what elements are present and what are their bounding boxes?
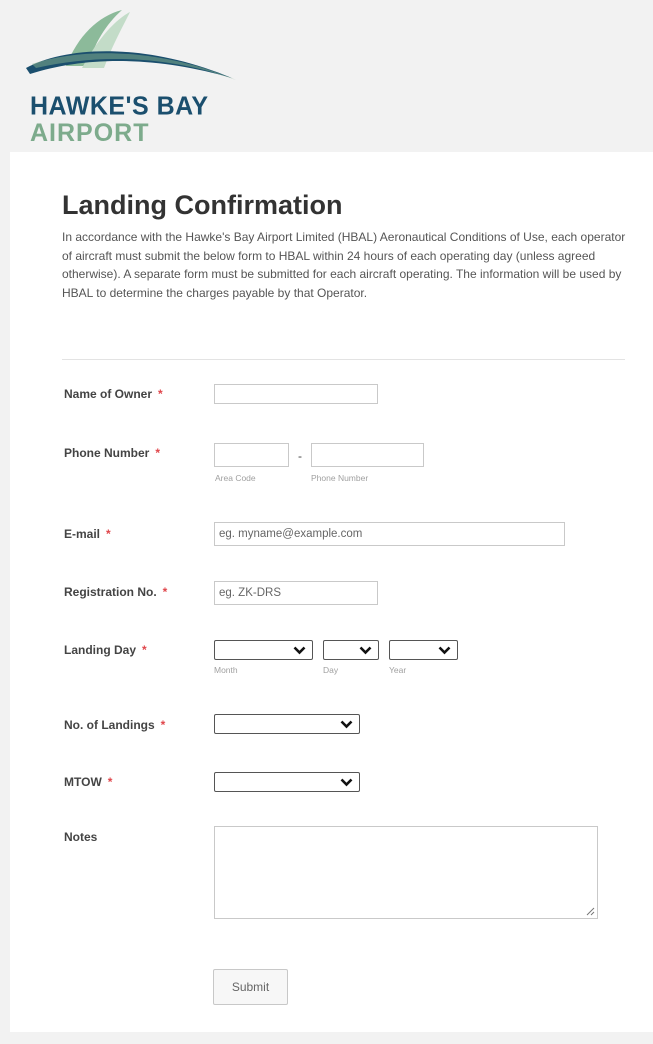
form-title: Landing Confirmation	[62, 190, 343, 220]
required-marker: *	[158, 387, 163, 401]
landing-day-label: Landing Day *	[64, 643, 147, 657]
logo-arc-graphic	[26, 10, 236, 80]
owner-input[interactable]	[214, 384, 378, 404]
landings-label: No. of Landings *	[64, 718, 166, 732]
chevron-down-icon	[340, 720, 353, 729]
chevron-down-icon	[340, 778, 353, 787]
required-marker: *	[162, 585, 168, 599]
notes-textarea[interactable]	[214, 826, 598, 919]
landings-select[interactable]	[214, 714, 360, 734]
form-card: Landing Confirmation In accordance with …	[10, 152, 653, 1032]
phone-label: Phone Number *	[64, 446, 161, 460]
required-marker: *	[107, 775, 113, 789]
chevron-down-icon	[438, 646, 451, 655]
phone-area-code-input[interactable]	[214, 443, 289, 467]
month-sublabel: Month	[214, 665, 238, 675]
phone-separator: -	[298, 449, 302, 463]
chevron-down-icon	[359, 646, 372, 655]
year-sublabel: Year	[389, 665, 407, 675]
day-sublabel: Day	[323, 665, 339, 675]
day-select[interactable]	[323, 640, 379, 660]
form-intro: In accordance with the Hawke's Bay Airpo…	[62, 230, 626, 300]
phone-number-input[interactable]	[311, 443, 424, 467]
registration-label: Registration No. *	[64, 585, 168, 599]
year-select[interactable]	[389, 640, 458, 660]
chevron-down-icon	[293, 646, 306, 655]
notes-label: Notes	[64, 830, 98, 844]
divider	[62, 359, 625, 360]
required-marker: *	[106, 527, 111, 541]
required-marker: *	[155, 446, 161, 460]
airport-logo: HAWKE'S BAY AIRPORT	[26, 6, 246, 151]
registration-input[interactable]: eg. ZK-DRS	[214, 581, 378, 605]
submit-button[interactable]: Submit	[213, 969, 288, 1005]
owner-label: Name of Owner *	[64, 387, 163, 401]
phone-number-sublabel: Phone Number	[311, 473, 369, 483]
logo-text-airport: AIRPORT	[30, 119, 150, 147]
email-input[interactable]: eg. myname@example.com	[214, 522, 565, 546]
required-marker: *	[160, 718, 166, 732]
area-code-sublabel: Area Code	[215, 473, 256, 483]
required-marker: *	[142, 643, 147, 657]
header: HAWKE'S BAY AIRPORT	[0, 0, 653, 152]
mtow-label: MTOW *	[64, 775, 113, 789]
page: HAWKE'S BAY AIRPORT Landing Confirmation…	[0, 0, 653, 1044]
mtow-select[interactable]	[214, 772, 360, 792]
email-label: E-mail *	[64, 527, 111, 541]
logo-text-hawkes-bay: HAWKE'S BAY	[30, 91, 209, 121]
resize-grip-icon[interactable]	[585, 906, 595, 916]
month-select[interactable]	[214, 640, 313, 660]
